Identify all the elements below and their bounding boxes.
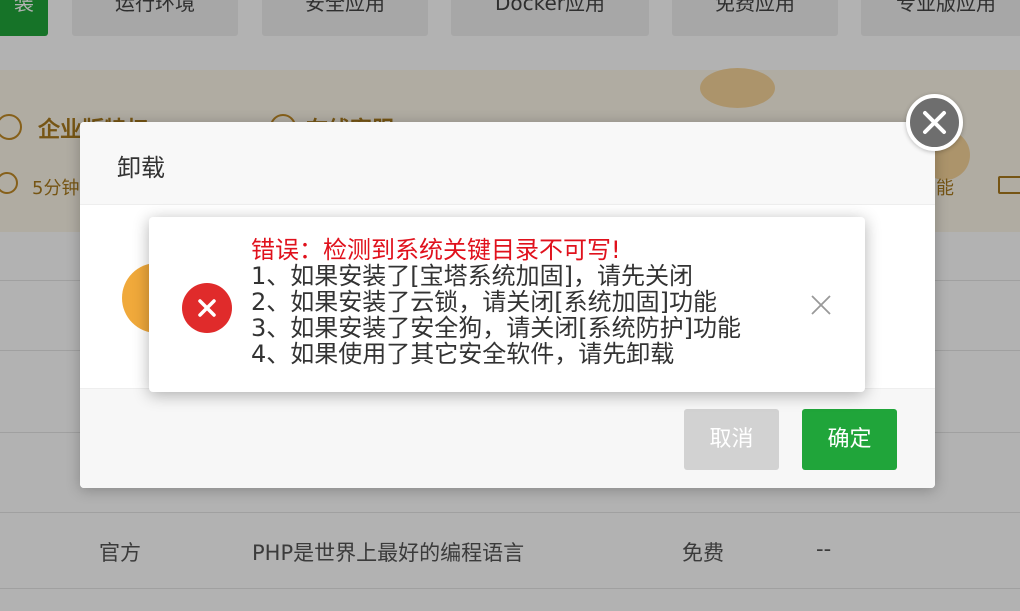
error-title: 错误：检测到系统关键目录不可写! [251, 236, 621, 264]
error-line: 4、如果使用了其它安全软件，请先卸载 [251, 340, 675, 368]
dialog-header: 卸载 [80, 122, 935, 205]
error-icon [182, 283, 232, 333]
error-line: 1、如果安装了[宝塔系统加固]，请先关闭 [251, 262, 693, 290]
dialog-close-button[interactable] [906, 94, 963, 151]
error-toast: 错误：检测到系统关键目录不可写! 1、如果安装了[宝塔系统加固]，请先关闭 2、… [149, 217, 865, 392]
confirm-button[interactable]: 确定 [802, 409, 897, 470]
dialog-footer: 取消 确定 [80, 388, 935, 488]
cancel-button[interactable]: 取消 [684, 409, 779, 470]
error-message: 错误：检测到系统关键目录不可写! 1、如果安装了[宝塔系统加固]，请先关闭 2、… [251, 237, 741, 367]
close-icon [923, 111, 946, 134]
error-line: 3、如果安装了安全狗，请关闭[系统防护]功能 [251, 314, 741, 342]
toast-close-icon[interactable] [809, 293, 833, 317]
dialog-title: 卸载 [117, 154, 165, 182]
error-line: 2、如果安装了云锁，请关闭[系统加固]功能 [251, 288, 717, 316]
